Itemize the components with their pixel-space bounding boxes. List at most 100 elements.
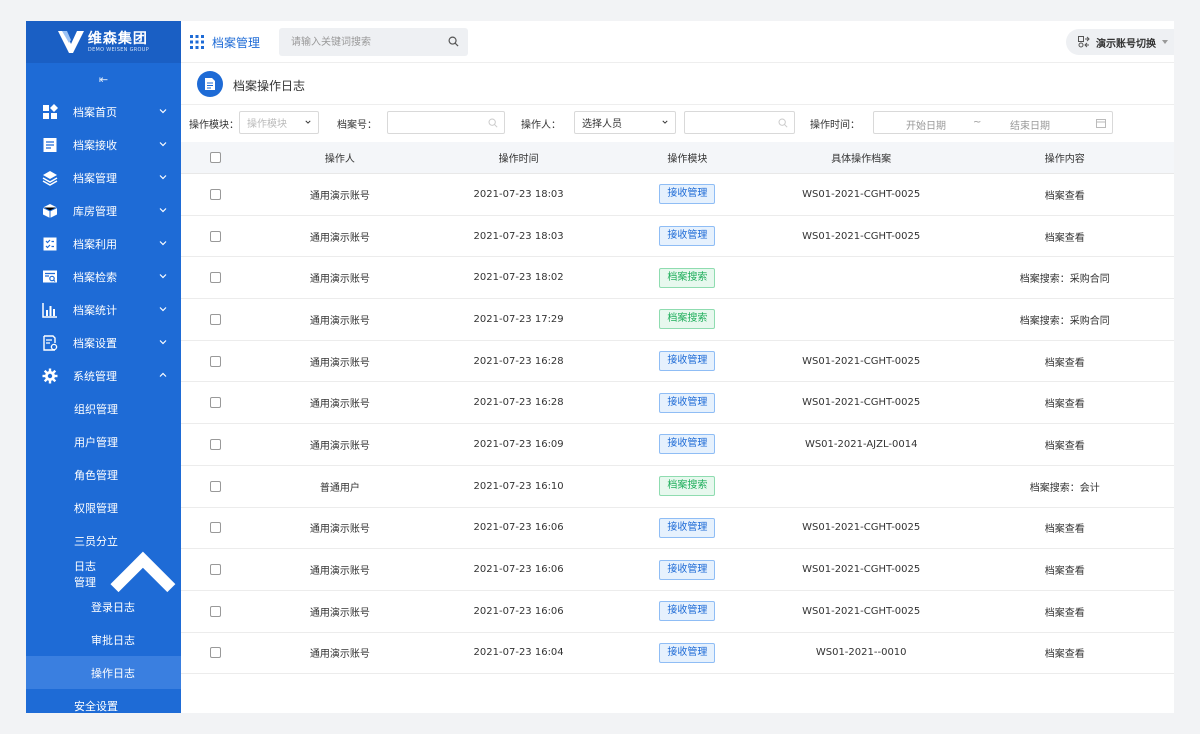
cell-file[interactable]: WS01-2021-CGHT-0025 <box>767 606 956 617</box>
operator-select[interactable]: 选择人员 <box>574 111 676 134</box>
table-row[interactable]: 通用演示账号 2021-07-23 18:03 接收管理 WS01-2021-CGHT… <box>181 216 1174 258</box>
sidebar-log-item-2[interactable]: 操作日志 <box>26 656 181 689</box>
sidebar-item-7[interactable]: 档案设置 <box>26 326 181 359</box>
row-checkbox[interactable] <box>210 272 222 284</box>
cell-file[interactable]: WS01-2021--0010 <box>767 647 956 658</box>
chevron-down-icon[interactable] <box>159 239 167 247</box>
date-range-picker[interactable]: 开始日期 ~ 结束日期 <box>873 111 1113 134</box>
chevron-down-icon[interactable] <box>159 305 167 313</box>
table-row[interactable]: 通用演示账号 2021-07-23 16:28 接收管理 WS01-2021-CGHT… <box>181 341 1174 383</box>
sidebar-item-3[interactable]: 库房管理 <box>26 194 181 227</box>
module-title[interactable]: 档案管理 <box>212 34 260 51</box>
search-input[interactable] <box>279 28 439 56</box>
module-tag: 接收管理 <box>659 601 716 622</box>
row-checkbox[interactable] <box>210 564 222 576</box>
row-checkbox[interactable] <box>210 522 222 534</box>
chevron-down-icon <box>305 120 311 124</box>
sidebar-item-1[interactable]: 档案接收 <box>26 128 181 161</box>
end-date-input[interactable]: 结束日期 <box>1010 117 1050 132</box>
cell-file[interactable]: WS01-2021-CGHT-0025 <box>767 356 956 367</box>
table-row[interactable]: 通用演示账号 2021-07-23 17:29 档案搜索 档案搜索：采购合同 <box>181 299 1174 341</box>
inbox-doc-icon <box>43 137 57 152</box>
row-checkbox[interactable] <box>210 188 222 200</box>
sidebar-subitem-5[interactable]: 日志管理 <box>26 551 181 592</box>
sidebar-collapse-toggle[interactable]: ⇤ <box>26 63 181 95</box>
apps-grid-icon[interactable] <box>190 35 204 49</box>
chevron-down-icon[interactable] <box>159 173 167 181</box>
sidebar-item-5[interactable]: 档案检索 <box>26 260 181 293</box>
doc-settings-icon <box>43 334 58 351</box>
table-row[interactable]: 通用演示账号 2021-07-23 16:06 接收管理 WS01-2021-CGHT… <box>181 508 1174 550</box>
cell-content: 档案查看 <box>1044 357 1085 369</box>
sidebar-subitem-2[interactable]: 角色管理 <box>26 458 181 491</box>
sidebar-subitem-security[interactable]: 安全设置 <box>26 689 181 713</box>
sidebar-item-2[interactable]: 档案管理 <box>26 161 181 194</box>
sidebar-subitem-0[interactable]: 组织管理 <box>26 392 181 425</box>
table-row[interactable]: 通用演示账号 2021-07-23 16:09 接收管理 WS01-2021-AJZL… <box>181 424 1174 466</box>
sidebar-subitem-1[interactable]: 用户管理 <box>26 425 181 458</box>
row-checkbox[interactable] <box>210 438 222 450</box>
sidebar-item-4[interactable]: 档案利用 <box>26 227 181 260</box>
cell-content: 档案查看 <box>1044 566 1085 578</box>
search-icon[interactable] <box>488 118 498 128</box>
cell-time: 2021-07-23 16:10 <box>473 480 564 492</box>
sidebar-subitem-3[interactable]: 权限管理 <box>26 491 181 524</box>
chevron-down-icon[interactable] <box>159 338 167 346</box>
chevron-down-icon[interactable] <box>159 107 167 115</box>
chevron-down-icon[interactable] <box>159 272 167 280</box>
cell-file[interactable]: WS01-2021-CGHT-0025 <box>767 564 956 575</box>
file-no-input[interactable] <box>387 111 505 134</box>
cell-file[interactable]: WS01-2021-CGHT-0025 <box>767 189 956 200</box>
header-module: 操作模块 <box>667 154 708 165</box>
chevron-down-icon <box>662 120 668 124</box>
table-row[interactable]: 通用演示账号 2021-07-23 16:06 接收管理 WS01-2021-CGHT… <box>181 591 1174 633</box>
account-switch-button[interactable]: 演示账号切换 <box>1066 29 1174 55</box>
account-switch-label[interactable]: 演示账号切换 <box>1096 35 1156 50</box>
sidebar-log-item-label: 审批日志 <box>91 633 135 647</box>
chevron-down-icon[interactable] <box>159 140 167 148</box>
sidebar-item-label: 档案利用 <box>73 237 117 251</box>
cell-file[interactable]: WS01-2021-CGHT-0025 <box>767 522 956 533</box>
table-row[interactable]: 通用演示账号 2021-07-23 18:02 档案搜索 档案搜索：采购合同 <box>181 257 1174 300</box>
table-row[interactable]: 通用演示账号 2021-07-23 16:06 接收管理 WS01-2021-CGHT… <box>181 549 1174 591</box>
table-row[interactable]: 通用演示账号 2021-07-23 16:28 接收管理 WS01-2021-CGHT… <box>181 382 1174 425</box>
table-row[interactable]: 普通用户 2021-07-23 16:10 档案搜索 档案搜索：会计 <box>181 466 1174 508</box>
sidebar-item-label: 档案统计 <box>73 303 117 317</box>
chevron-up-icon[interactable] <box>159 371 167 379</box>
cell-operator: 通用演示账号 <box>309 440 370 452</box>
sidebar-item-6[interactable]: 档案统计 <box>26 293 181 326</box>
cell-file[interactable]: WS01-2021-AJZL-0014 <box>767 439 956 450</box>
row-checkbox[interactable] <box>210 605 222 617</box>
caret-down-icon[interactable] <box>1162 40 1168 44</box>
row-checkbox[interactable] <box>210 355 222 367</box>
row-checkbox[interactable] <box>210 313 222 325</box>
collapse-icon[interactable]: ⇤ <box>99 73 108 86</box>
operator-search-input[interactable] <box>684 111 795 134</box>
sidebar-log-item-1[interactable]: 审批日志 <box>26 623 181 656</box>
cell-time: 2021-07-23 18:02 <box>473 272 564 284</box>
cell-file[interactable]: WS01-2021-CGHT-0025 <box>767 231 956 242</box>
row-checkbox[interactable] <box>210 480 222 492</box>
cell-content: 档案查看 <box>1044 232 1085 244</box>
row-checkbox[interactable] <box>210 397 222 409</box>
calendar-icon[interactable] <box>1096 118 1106 128</box>
start-date-input[interactable]: 开始日期 <box>906 117 946 132</box>
cell-file[interactable]: WS01-2021-CGHT-0025 <box>767 397 956 408</box>
sidebar-item-8[interactable]: 系统管理 <box>26 359 181 392</box>
select-all-checkbox[interactable] <box>210 152 222 163</box>
layers-icon <box>42 170 58 186</box>
table-header: 操作人 操作时间 操作模块 具体操作档案 操作内容 <box>181 142 1174 174</box>
sidebar-item-0[interactable]: 档案首页 <box>26 95 181 128</box>
table-row[interactable]: 通用演示账号 2021-07-23 18:03 接收管理 WS01-2021-CGHT… <box>181 174 1174 216</box>
search-icon[interactable] <box>448 36 459 47</box>
chevron-up-icon[interactable] <box>105 536 181 612</box>
module-tag: 接收管理 <box>659 351 716 372</box>
filter-bar: 操作模块： 操作模块 档案号： 操作人： 选择人员 操作时间： 开始日期 ~ 结… <box>181 105 1174 141</box>
row-checkbox[interactable] <box>210 230 222 242</box>
module-select[interactable]: 操作模块 <box>239 111 319 134</box>
search-icon[interactable] <box>778 118 788 128</box>
chevron-down-icon[interactable] <box>159 206 167 214</box>
table-row[interactable]: 通用演示账号 2021-07-23 16:04 接收管理 WS01-2021--001… <box>181 633 1174 675</box>
row-checkbox[interactable] <box>210 647 222 659</box>
sidebar-item-label: 档案首页 <box>73 105 117 119</box>
